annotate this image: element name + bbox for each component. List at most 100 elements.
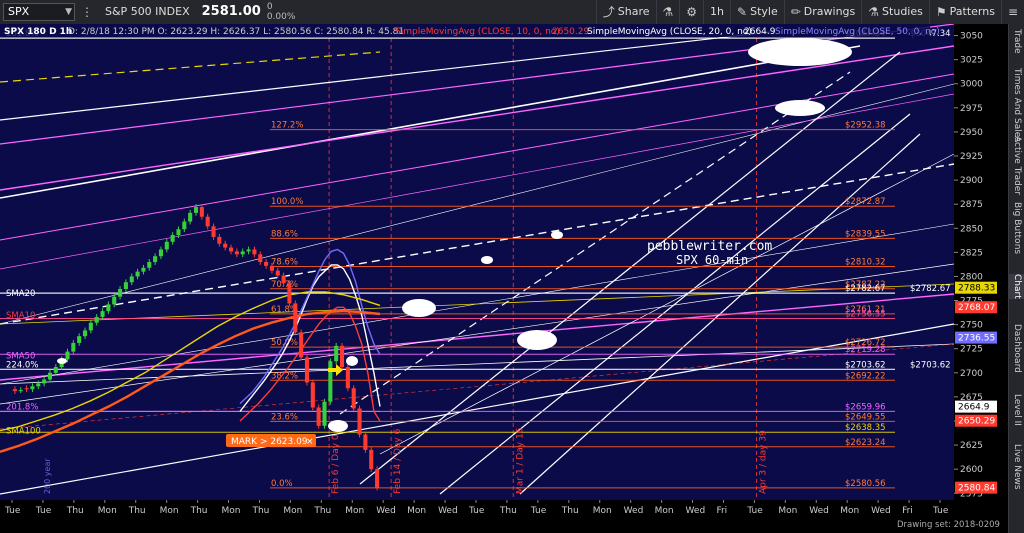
candle-body xyxy=(153,256,158,262)
fib-label: 88.6% xyxy=(271,229,298,239)
patterns-button[interactable]: ⚑ Patterns xyxy=(928,0,1001,24)
tab-active-trader[interactable]: Active Trader xyxy=(1009,136,1024,195)
candle-body xyxy=(299,332,304,358)
candle-body xyxy=(182,221,187,230)
axis-price-text: 2650.29 xyxy=(958,417,995,427)
fib-label: 0.0% xyxy=(271,479,293,489)
tab-live-news[interactable]: Live News xyxy=(1009,444,1024,490)
ellipse-annotation xyxy=(748,38,852,66)
legend-sma20-value: 2664.9 xyxy=(744,27,776,37)
legend-ohlc: D: 2/8/18 12:30 PM O: 2623.29 H: 2626.37… xyxy=(68,27,404,37)
interval-selector[interactable]: 1h xyxy=(703,0,730,24)
studies-button[interactable]: ⚗ Studies xyxy=(861,0,929,24)
candle-body xyxy=(293,303,298,333)
x-tick-label: Thu xyxy=(190,506,208,516)
tab-level-ii[interactable]: Level II xyxy=(1009,394,1024,426)
x-tick-label: Fri xyxy=(716,506,727,516)
price-chart[interactable]: 261.8%$3047.34127.2%$2952.38100.0%$2872.… xyxy=(0,24,1008,533)
fib-value: $2810.32 xyxy=(845,258,886,268)
x-tick-label: Wed xyxy=(376,506,396,516)
fib-value: $2872.87 xyxy=(845,197,886,207)
settings-button[interactable]: ⚙ xyxy=(679,0,703,24)
close-icon: × xyxy=(306,437,314,447)
flask-button[interactable]: ⚗ xyxy=(655,0,680,24)
fib-value: $2638.35 xyxy=(845,423,886,433)
x-tick-label: Mon xyxy=(778,506,797,516)
y-tick-label: 2925 xyxy=(960,152,983,162)
tab-chart[interactable]: Chart xyxy=(1009,274,1024,299)
candle-body xyxy=(199,207,204,217)
axis-price-marker: 2768.07 xyxy=(955,301,997,314)
candle-body xyxy=(229,247,234,252)
fib-value: $2952.38 xyxy=(845,121,886,131)
y-tick-label: 2750 xyxy=(960,321,983,331)
x-tick-label: Thu xyxy=(499,506,517,516)
fib-value: $2782.67 xyxy=(845,284,886,294)
sma-label: SMA100 xyxy=(6,427,41,437)
price-change-block: 0 0.00% xyxy=(267,2,296,22)
candle-body xyxy=(30,386,35,390)
candle-body xyxy=(112,296,117,305)
candle-body xyxy=(246,249,251,252)
mark-label: MARK > 2623.09 xyxy=(231,437,308,447)
fib-axis-value: $2703.62 xyxy=(910,360,951,370)
sma-label: SMA50 xyxy=(6,351,35,361)
x-tick-label: Mon xyxy=(283,506,302,516)
axis-price-text: 2788.33 xyxy=(958,284,995,294)
y-tick-label: 3025 xyxy=(960,56,983,66)
axis-price-text: 2580.84 xyxy=(958,484,995,494)
fib-label: 23.6% xyxy=(271,412,298,422)
x-tick-label: Mon xyxy=(222,506,241,516)
candle-body xyxy=(369,449,374,470)
y-tick-label: 2875 xyxy=(960,200,983,210)
axis-price-marker: 2580.84 xyxy=(955,481,997,494)
symbol-selector[interactable]: SPX ▼ xyxy=(3,3,75,21)
axis-price-text: 2664.9 xyxy=(958,403,990,413)
x-tick-label: Wed xyxy=(624,506,644,516)
last-price: 2581.00 xyxy=(201,4,261,19)
symbol-info-icon[interactable]: ⋮ xyxy=(75,0,99,24)
share-button[interactable]: ⤴ Share xyxy=(595,0,656,24)
x-tick-label: Tue xyxy=(530,506,547,516)
tab-trade[interactable]: Trade xyxy=(1009,29,1024,54)
sma-label: SMA20 xyxy=(6,289,35,299)
menu-button[interactable]: ≡ xyxy=(1000,0,1024,24)
menu-icon: ≡ xyxy=(1007,5,1018,19)
candle-body xyxy=(12,389,17,392)
style-button[interactable]: ✎ Style xyxy=(730,0,784,24)
candle-body xyxy=(141,267,146,272)
candle-body xyxy=(47,372,53,380)
candle-body xyxy=(234,251,239,255)
y-tick-label: 2625 xyxy=(960,441,983,451)
x-tick-label: Tue xyxy=(35,506,52,516)
fib-value: $2756.35 xyxy=(845,310,886,320)
fib-value: $2580.56 xyxy=(845,479,886,489)
fib-value: $2719.28 xyxy=(845,345,886,355)
x-tick-label: Tue xyxy=(932,506,949,516)
tab-big-buttons[interactable]: Big Buttons xyxy=(1009,202,1024,254)
candle-body xyxy=(240,251,245,255)
tab-dashboard[interactable]: Dashboard xyxy=(1009,324,1024,373)
y-tick-label: 2700 xyxy=(960,369,983,379)
y-tick-label: 2800 xyxy=(960,272,983,282)
legend-sma10-value: 2650.29 xyxy=(552,27,589,37)
x-tick-label: Wed xyxy=(871,506,891,516)
x-tick-label: Thu xyxy=(66,506,84,516)
candle-body xyxy=(188,212,193,222)
time-axis: Tue Tue Thu Mon Thu Mon Thu Mon Thu Mon Thu Mon Wed M… xyxy=(0,500,1008,533)
candle-body xyxy=(334,345,339,362)
patterns-icon: ⚑ xyxy=(935,5,947,19)
candle-body xyxy=(339,345,345,368)
fib-value: $2659.96 xyxy=(845,402,886,412)
drawings-button[interactable]: ✏ Drawings xyxy=(783,0,862,24)
legend: SPX 180 D 1h D: 2/8/18 12:30 PM O: 2623.… xyxy=(0,24,940,37)
x-tick-label: Mon xyxy=(840,506,859,516)
flask-icon: ⚗ xyxy=(662,5,674,19)
x-tick-label: Tue xyxy=(4,506,21,516)
fib-label: 100.0% xyxy=(271,197,303,207)
legend-sma10: SimpleMovingAvg (CLOSE, 10, 0, no) xyxy=(395,27,560,37)
drawing-set-label: Drawing set: 2018-0209 xyxy=(897,520,1000,530)
y-tick-label: 2825 xyxy=(960,248,983,258)
tab-times-and-sales[interactable]: Times And Sales xyxy=(1009,68,1024,142)
candle-body xyxy=(88,322,93,331)
